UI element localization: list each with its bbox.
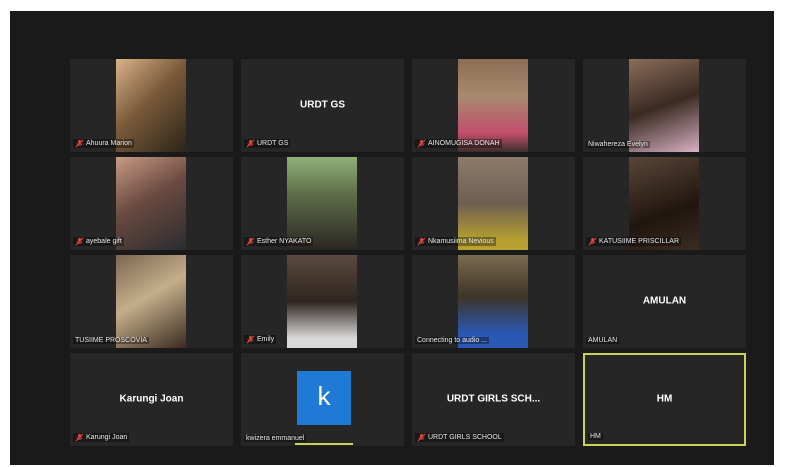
- participant-tile[interactable]: Emily: [241, 255, 404, 348]
- participant-name-label: Niwahereza Evelyn: [586, 141, 650, 148]
- participant-tile[interactable]: AMULAN AMULAN: [583, 255, 746, 348]
- participant-video: [116, 255, 186, 348]
- participant-name-label: AMULAN: [586, 337, 620, 344]
- participant-tile[interactable]: HM HM: [583, 353, 746, 446]
- participant-name-label: kwizera emmanuel: [244, 435, 307, 442]
- participant-name-label: TUSIIME PROSCOVIA: [73, 337, 149, 344]
- participant-name-label: Esther NYAKATO: [244, 237, 314, 246]
- participant-display-name: URDT GIRLS SCH...: [446, 392, 541, 404]
- participant-name: AMULAN: [588, 337, 618, 344]
- participant-name-label: ayebale gift: [73, 237, 124, 246]
- muted-mic-icon: [588, 237, 597, 246]
- participant-video: [116, 157, 186, 250]
- participant-name: Connecting to audio ...: [417, 337, 488, 344]
- participant-tile[interactable]: Connecting to audio ...: [412, 255, 575, 348]
- muted-mic-icon: [75, 237, 84, 246]
- participant-name-label: URDT GS: [244, 139, 291, 148]
- muted-mic-icon: [417, 433, 426, 442]
- participant-tile[interactable]: TUSIIME PROSCOVIA: [70, 255, 233, 348]
- participant-name-label: Karungi Joan: [73, 433, 130, 442]
- participant-display-name: Karungi Joan: [119, 392, 184, 404]
- participant-name-label: AINOMUGISA DONAH: [415, 139, 502, 148]
- participant-name-label: KATUSIIME PRISCILLAR: [586, 237, 682, 246]
- participant-tile[interactable]: URDT GIRLS SCH... URDT GIRLS SCHOOL: [412, 353, 575, 446]
- muted-mic-icon: [246, 335, 255, 344]
- participant-video: [629, 59, 699, 152]
- participant-video: [287, 255, 357, 348]
- participant-tile[interactable]: Karungi Joan Karungi Joan: [70, 353, 233, 446]
- participant-name: Esther NYAKATO: [257, 238, 312, 245]
- participant-name: Ahuura Marion: [86, 140, 132, 147]
- participant-name: URDT GS: [257, 140, 289, 147]
- participant-tile[interactable]: Niwahereza Evelyn: [583, 59, 746, 152]
- speaking-indicator: [295, 443, 353, 445]
- participant-name: AINOMUGISA DONAH: [428, 140, 500, 147]
- participant-name: HM: [590, 433, 601, 440]
- participant-tile[interactable]: AINOMUGISA DONAH: [412, 59, 575, 152]
- muted-mic-icon: [417, 237, 426, 246]
- participant-tile[interactable]: KATUSIIME PRISCILLAR: [583, 157, 746, 250]
- gallery-grid: Ahuura Marion URDT GS URDT GS AINOMUGISA DO…: [70, 59, 747, 459]
- muted-mic-icon: [246, 139, 255, 148]
- participant-name-label: HM: [588, 433, 603, 440]
- participant-tile[interactable]: Nkamusiima Nevious: [412, 157, 575, 250]
- participant-name-label: Emily: [244, 335, 277, 344]
- participant-video: [458, 255, 528, 348]
- muted-mic-icon: [417, 139, 426, 148]
- participant-name: TUSIIME PROSCOVIA: [75, 337, 147, 344]
- participant-tile[interactable]: ayebale gift: [70, 157, 233, 250]
- meeting-window: Ahuura Marion URDT GS URDT GS AINOMUGISA DO…: [10, 11, 774, 465]
- participant-name: KATUSIIME PRISCILLAR: [599, 238, 680, 245]
- participant-name: URDT GIRLS SCHOOL: [428, 434, 502, 441]
- participant-display-name: AMULAN: [642, 294, 687, 306]
- participant-name: Nkamusiima Nevious: [428, 238, 494, 245]
- participant-name: ayebale gift: [86, 238, 122, 245]
- participant-name: Karungi Joan: [86, 434, 128, 441]
- muted-mic-icon: [246, 237, 255, 246]
- participant-display-name: HM: [656, 392, 673, 404]
- muted-mic-icon: [75, 139, 84, 148]
- participant-name: Niwahereza Evelyn: [588, 141, 648, 148]
- participant-name-label: Connecting to audio ...: [415, 337, 490, 344]
- participant-tile[interactable]: Ahuura Marion: [70, 59, 233, 152]
- participant-avatar: k: [297, 371, 351, 425]
- participant-tile[interactable]: k kwizera emmanuel: [241, 353, 404, 446]
- participant-name: Emily: [257, 336, 275, 343]
- participant-name-label: Ahuura Marion: [73, 139, 134, 148]
- participant-name-label: Nkamusiima Nevious: [415, 237, 496, 246]
- muted-mic-icon: [75, 433, 84, 442]
- participant-display-name: URDT GS: [300, 98, 345, 110]
- participant-name: kwizera emmanuel: [246, 435, 305, 442]
- participant-tile[interactable]: Esther NYAKATO: [241, 157, 404, 250]
- participant-name-label: URDT GIRLS SCHOOL: [415, 433, 504, 442]
- participant-tile[interactable]: URDT GS URDT GS: [241, 59, 404, 152]
